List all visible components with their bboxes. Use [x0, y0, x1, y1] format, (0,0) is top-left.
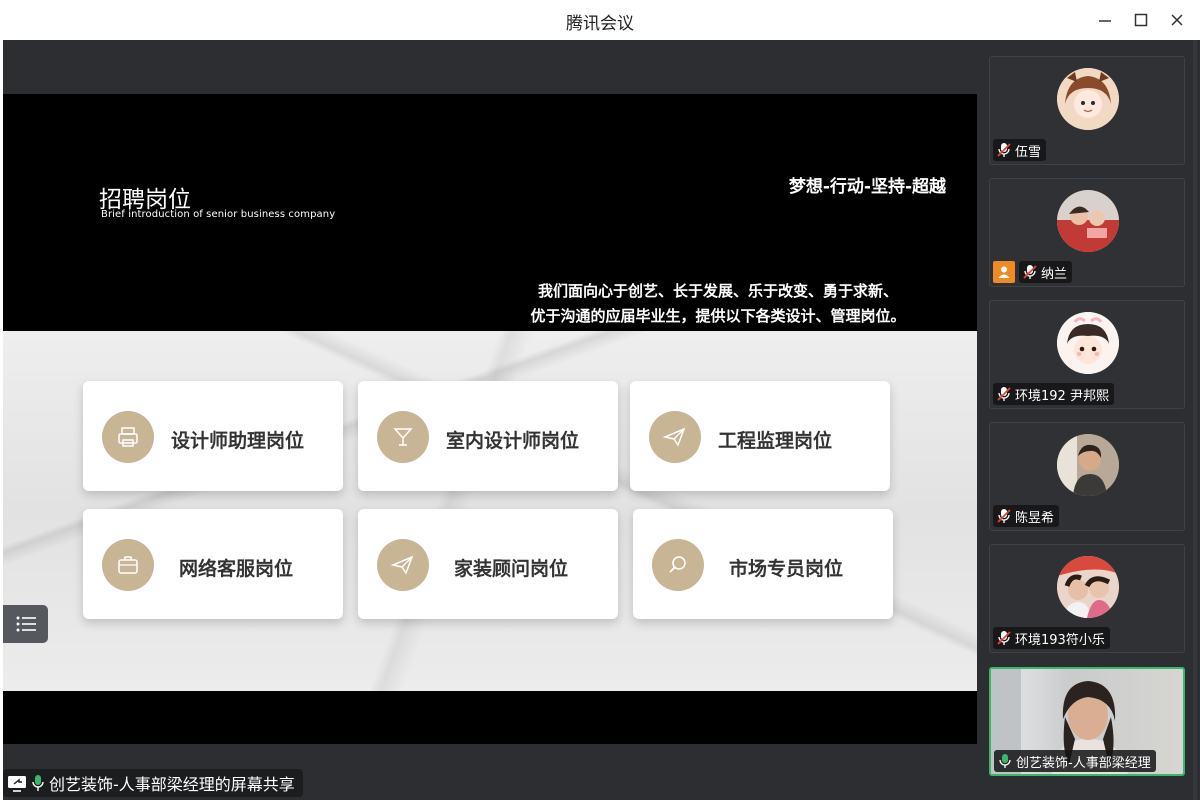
participant-avatar: [1057, 434, 1119, 496]
slide-motto: 梦想-行动-坚持-超越: [788, 177, 946, 197]
participant-avatar: [1057, 556, 1119, 618]
slide-intro-line-2: 优于沟通的应届毕业生，提供以下各类设计、管理岗位。: [530, 307, 906, 325]
participant-name: 环境193符小乐: [1015, 632, 1105, 648]
briefcase-icon: [102, 539, 154, 591]
participant-name: 纳兰: [1041, 266, 1068, 282]
slide-list-button[interactable]: [3, 605, 48, 643]
close-button[interactable]: [1165, 8, 1189, 32]
mic-on-icon: [32, 775, 44, 791]
participant-name-tag: 伍雪: [993, 139, 1047, 161]
participant-tile[interactable]: 环境192 尹邦熙: [989, 300, 1185, 409]
participant-panel-scrollbar[interactable]: [1193, 40, 1197, 800]
participant-avatar: [1057, 68, 1119, 130]
job-card-label: 市场专员岗位: [729, 558, 844, 580]
participant-name-tag: 环境193符小乐: [993, 627, 1110, 649]
job-card-label: 室内设计师岗位: [446, 430, 580, 452]
mic-muted-icon: [997, 143, 1011, 157]
participant-name-tag: 陈昱希: [993, 505, 1060, 527]
mic-muted-icon: [997, 631, 1011, 645]
participant-tile[interactable]: 纳兰: [989, 178, 1185, 287]
slide-subtitle: Brief introduction of senior business co…: [101, 209, 336, 220]
job-card-label: 设计师助理岗位: [171, 430, 305, 452]
participant-name: 陈昱希: [1015, 510, 1055, 526]
participant-tile[interactable]: 陈昱希: [989, 422, 1185, 531]
mic-muted-icon: [997, 387, 1011, 401]
slide-intro: 我们面向心于创艺、长于发展、乐于改变、勇于求新、 优于沟通的应届毕业生，提供以下…: [508, 279, 928, 329]
participant-name: 伍雪: [1015, 144, 1042, 160]
slide-header-band: 招聘岗位 Brief introduction of senior busine…: [3, 94, 977, 331]
participant-name-tag: 纳兰: [1019, 261, 1073, 283]
shared-slide: 招聘岗位 Brief introduction of senior busine…: [3, 94, 977, 744]
participant-tile-active-speaker[interactable]: 创艺装饰-人事部梁经理: [989, 667, 1185, 776]
job-card: 室内设计师岗位: [358, 381, 618, 491]
participant-name-tag: 创艺装饰-人事部梁经理: [994, 750, 1156, 772]
slide-marble-background: 设计师助理岗位 室内设计师岗位 工程监理岗位 网络客服岗位 家装顾问岗位 市场专…: [3, 331, 977, 691]
cocktail-glass-icon: [377, 411, 429, 463]
participant-avatar: [1057, 312, 1119, 374]
search-icon: [652, 539, 704, 591]
mic-muted-icon: [997, 509, 1011, 523]
participant-tile[interactable]: 伍雪: [989, 56, 1185, 165]
participant-name: 环境192 尹邦熙: [1015, 388, 1109, 404]
job-card: 市场专员岗位: [633, 509, 893, 619]
maximize-button[interactable]: [1129, 8, 1153, 32]
close-icon: [1171, 14, 1183, 26]
participant-avatar: [1057, 190, 1119, 252]
screen-share-icon: [8, 776, 26, 792]
mic-muted-icon: [1023, 265, 1037, 279]
participant-tile[interactable]: 环境193符小乐: [989, 544, 1185, 653]
paper-plane-icon: [377, 539, 429, 591]
title-bar: 腾讯会议: [0, 0, 1200, 40]
participant-name-tag: 环境192 尹邦熙: [993, 383, 1114, 405]
job-card-label: 家装顾问岗位: [454, 558, 569, 580]
mic-on-icon: [999, 754, 1011, 768]
printer-icon: [102, 411, 154, 463]
job-card: 家装顾问岗位: [358, 509, 618, 619]
job-card-label: 工程监理岗位: [718, 430, 833, 452]
minimize-button[interactable]: [1093, 8, 1117, 32]
participant-panel: 伍雪 纳兰 环境192 尹邦熙 陈昱希 环境193符小乐 创艺装饰-人事部梁经理: [977, 40, 1200, 800]
job-card: 设计师助理岗位: [83, 381, 343, 491]
minimize-icon: [1099, 20, 1111, 22]
list-icon: [16, 616, 36, 632]
window-title: 腾讯会议: [566, 14, 634, 34]
screen-share-text: 创艺装饰-人事部梁经理的屏幕共享: [49, 775, 295, 794]
job-card-label: 网络客服岗位: [179, 558, 294, 580]
job-card: 网络客服岗位: [83, 509, 343, 619]
paper-plane-icon: [649, 411, 701, 463]
slide-intro-line-1: 我们面向心于创艺、长于发展、乐于改变、勇于求新、: [537, 282, 898, 300]
shared-screen-area: 招聘岗位 Brief introduction of senior busine…: [3, 40, 977, 800]
host-badge: [993, 261, 1015, 283]
maximize-icon: [1134, 13, 1148, 27]
screen-share-label: 创艺装饰-人事部梁经理的屏幕共享: [3, 769, 303, 797]
user-icon: [998, 266, 1010, 278]
job-card: 工程监理岗位: [630, 381, 890, 491]
participant-name: 创艺装饰-人事部梁经理: [1016, 755, 1151, 771]
slide-footer-band: [3, 691, 977, 744]
